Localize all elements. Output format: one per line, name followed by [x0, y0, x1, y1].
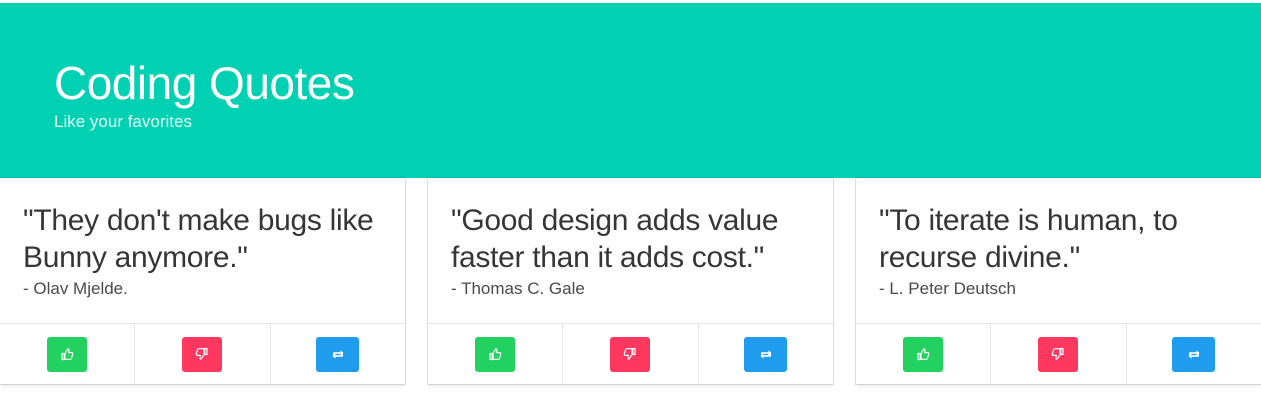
- like-button[interactable]: [47, 336, 88, 372]
- page-subtitle: Like your favorites: [54, 112, 192, 131]
- footer-item-dislike: [135, 324, 271, 384]
- quote-card: "Good design adds value faster than it a…: [428, 178, 833, 384]
- card-footer: [856, 323, 1261, 384]
- retweet-button[interactable]: [744, 336, 788, 372]
- footer-item-like: [856, 324, 992, 384]
- footer-item-retweet: [271, 324, 405, 384]
- quote-text: "They don't make bugs like Bunny anymore…: [23, 204, 374, 274]
- dislike-button[interactable]: [610, 336, 651, 372]
- footer-item-retweet: [699, 324, 833, 384]
- hero-banner: Coding Quotes Like your favorites: [0, 3, 1261, 178]
- quote-content: "Good design adds value faster than it a…: [451, 202, 817, 300]
- retweet-button[interactable]: [1172, 336, 1216, 372]
- quote-text: "To iterate is human, to recurse divine.…: [879, 204, 1178, 274]
- footer-item-like: [428, 324, 564, 384]
- quote-card: "To iterate is human, to recurse divine.…: [856, 178, 1261, 384]
- retweet-icon: [1186, 348, 1202, 361]
- like-button[interactable]: [903, 336, 944, 372]
- dislike-button[interactable]: [182, 336, 223, 372]
- quote-author: - Thomas C. Gale: [451, 279, 585, 298]
- quote-author: - Olav Mjelde.: [23, 279, 128, 298]
- footer-item-like: [0, 324, 136, 384]
- footer-item-retweet: [1127, 324, 1261, 384]
- thumbs-up-icon: [916, 347, 930, 361]
- like-button[interactable]: [475, 336, 516, 372]
- card-footer: [428, 323, 833, 384]
- thumbs-down-icon: [1051, 347, 1065, 361]
- quote-text: "Good design adds value faster than it a…: [451, 204, 779, 274]
- quote-card: "They don't make bugs like Bunny anymore…: [0, 178, 405, 384]
- quote-content: "They don't make bugs like Bunny anymore…: [23, 202, 389, 300]
- quote-content: "To iterate is human, to recurse divine.…: [879, 202, 1245, 300]
- footer-item-dislike: [563, 324, 699, 384]
- page-title: Coding Quotes: [54, 57, 355, 109]
- retweet-icon: [758, 348, 774, 361]
- retweet-button[interactable]: [316, 336, 360, 372]
- dislike-button[interactable]: [1038, 336, 1079, 372]
- thumbs-down-icon: [195, 347, 209, 361]
- thumbs-up-icon: [488, 347, 502, 361]
- footer-item-dislike: [991, 324, 1127, 384]
- quote-author: - L. Peter Deutsch: [879, 279, 1017, 298]
- retweet-icon: [330, 348, 346, 361]
- thumbs-up-icon: [60, 347, 74, 361]
- card-footer: [0, 323, 405, 384]
- thumbs-down-icon: [623, 347, 637, 361]
